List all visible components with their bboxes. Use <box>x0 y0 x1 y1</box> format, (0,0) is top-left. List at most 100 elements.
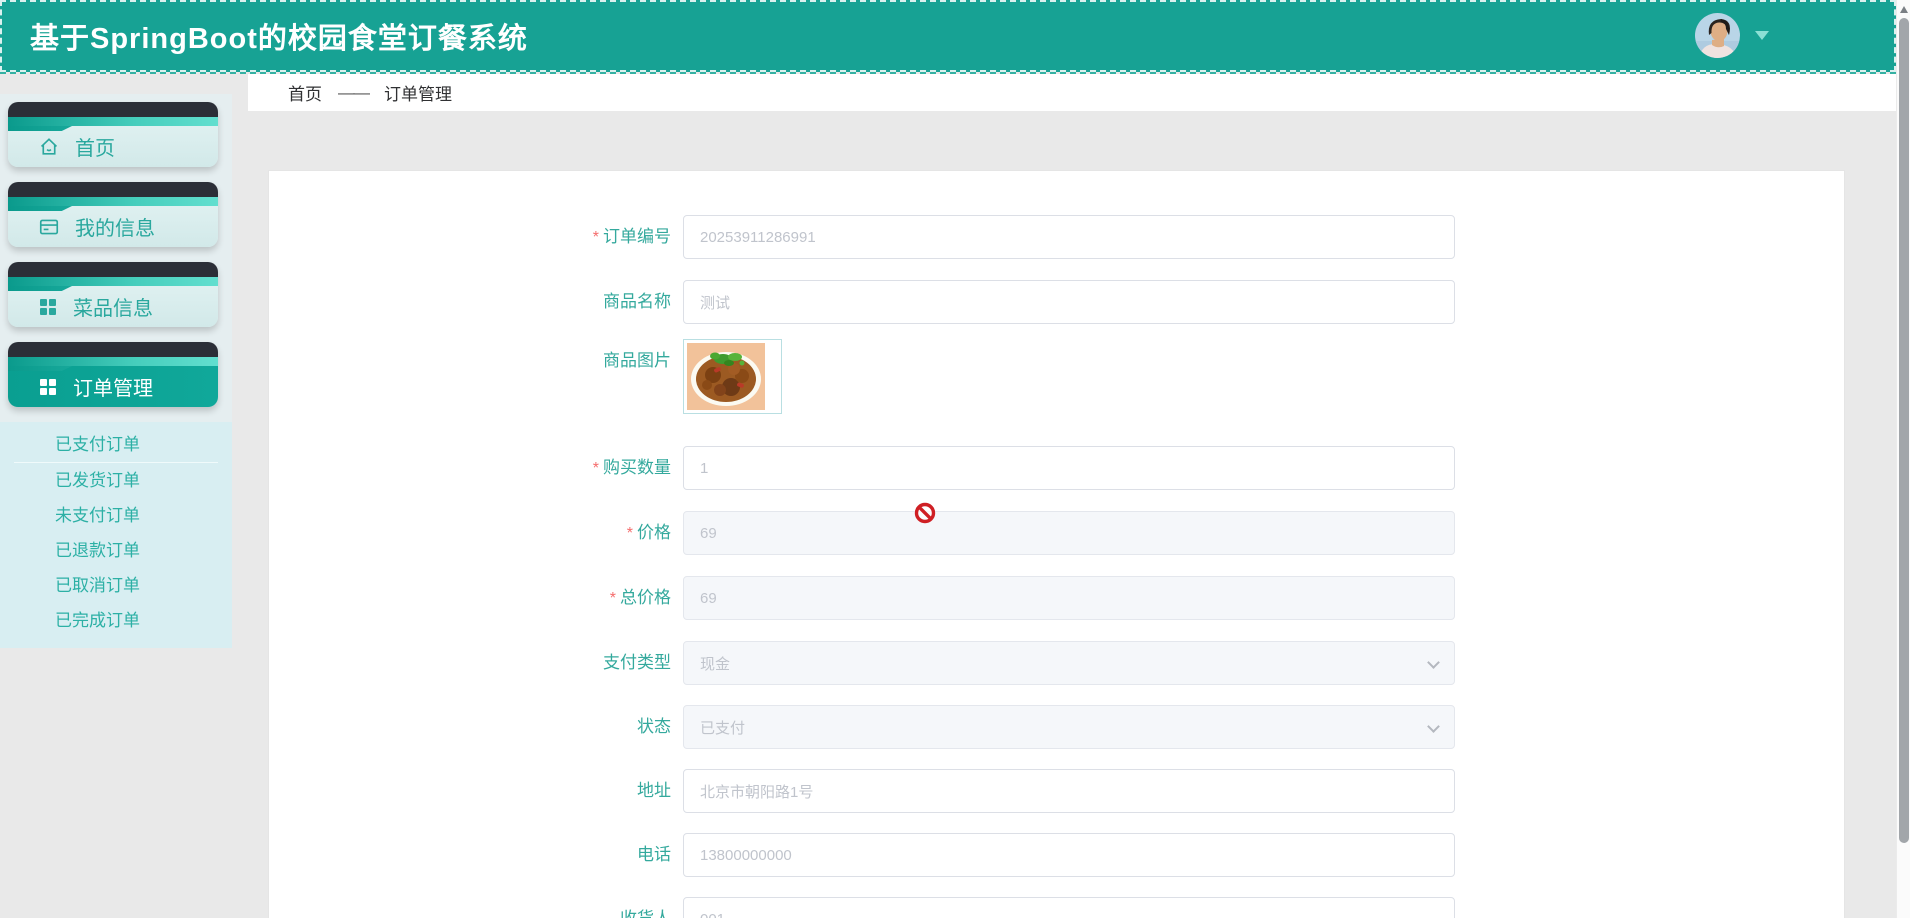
form-row-phone: 电话 13800000000 <box>269 833 1844 877</box>
field-label-product-image: 商品图片 <box>603 351 671 370</box>
purchase-quantity-input[interactable]: 1 <box>683 446 1455 490</box>
field-value: 北京市朝阳路1号 <box>700 783 814 801</box>
field-control-consignee: 001 <box>683 897 1455 918</box>
panel-stripe <box>8 117 218 126</box>
field-label-purchase-quantity: * 购买数量 <box>592 458 671 477</box>
sidebar-item-order-management[interactable]: 订单管理 <box>8 342 218 407</box>
home-icon <box>38 136 60 158</box>
user-menu[interactable] <box>1695 13 1769 58</box>
sidebar-item-my-info[interactable]: 我的信息 <box>8 182 218 247</box>
form-row-purchase-quantity: * 购买数量 1 <box>269 446 1844 491</box>
field-control-product-image <box>683 339 1455 414</box>
field-value: 已支付 <box>700 719 746 737</box>
field-label-total-price: * 总价格 <box>609 588 671 607</box>
panel-stripe <box>8 357 218 366</box>
sidebar-item-home[interactable]: 首页 <box>8 102 218 167</box>
panel-top-bar <box>8 182 218 197</box>
field-value: 13800000000 <box>700 846 792 864</box>
submenu-item-paid-orders[interactable]: 已支付订单 <box>0 427 232 462</box>
breadcrumb-current[interactable]: 订单管理 <box>384 80 452 105</box>
form-row-product-image: 商品图片 <box>269 339 1844 414</box>
field-control-total-price: 69 <box>683 576 1455 621</box>
food-photo[interactable] <box>683 339 782 414</box>
order-submenu: 已支付订单 已发货订单 未支付订单 已退款订单 已取消订单 已完成订单 <box>0 422 232 648</box>
sidebar-item-label: 我的信息 <box>75 218 155 240</box>
form-row-payment-type: 支付类型 现金 <box>269 641 1844 685</box>
breadcrumb: 首页 —— 订单管理 <box>248 74 1896 111</box>
user-avatar[interactable] <box>1695 13 1740 58</box>
field-label-price: * 价格 <box>626 523 671 542</box>
panel-top-bar <box>8 102 218 117</box>
payment-type-select: 现金 <box>683 641 1455 685</box>
submenu-item-unpaid-orders[interactable]: 未支付订单 <box>0 498 232 533</box>
phone-input[interactable]: 13800000000 <box>683 833 1455 877</box>
field-label-product-name: 商品名称 <box>603 292 671 311</box>
panel-stripe <box>8 197 218 206</box>
required-asterisk: * <box>592 460 599 477</box>
required-asterisk: * <box>609 590 616 607</box>
field-value: 20253911286991 <box>700 228 816 246</box>
order-form-card: * 订单编号 20253911286991 商品名称 测试商品图片 * 购买数量 1 * 价格 69… <box>268 170 1845 918</box>
chevron-down-icon[interactable] <box>1755 31 1769 40</box>
sidebar-item-dish-info[interactable]: 菜品信息 <box>8 262 218 327</box>
form-row-order-number: * 订单编号 20253911286991 <box>269 215 1844 260</box>
field-control-phone: 13800000000 <box>683 833 1455 877</box>
field-control-status: 已支付 <box>683 705 1455 749</box>
submenu-item-refunded-orders[interactable]: 已退款订单 <box>0 533 232 568</box>
field-control-product-name: 测试 <box>683 280 1455 324</box>
chevron-down-icon <box>1427 720 1440 733</box>
field-label-status: 状态 <box>637 717 671 736</box>
status-select: 已支付 <box>683 705 1455 749</box>
page-scrollbar <box>1896 0 1910 918</box>
app-title: 基于SpringBoot的校园食堂订餐系统 <box>30 23 528 55</box>
submenu-item-shipped-orders[interactable]: 已发货订单 <box>0 463 232 498</box>
address-input[interactable]: 北京市朝阳路1号 <box>683 769 1455 813</box>
scroll-up-arrow-icon[interactable] <box>1899 6 1908 13</box>
order-number-input[interactable]: 20253911286991 <box>683 215 1455 259</box>
grid-icon <box>38 377 58 397</box>
panel-stripe <box>8 277 218 286</box>
scrollbar-thumb[interactable] <box>1899 18 1909 843</box>
field-label-payment-type: 支付类型 <box>603 653 671 672</box>
required-asterisk: * <box>626 525 633 542</box>
consignee-input[interactable]: 001 <box>683 897 1455 918</box>
field-value: 测试 <box>700 294 731 312</box>
form-row-consignee: 收货人 001 <box>269 897 1844 918</box>
field-control-payment-type: 现金 <box>683 641 1455 685</box>
total-price-input: 69 <box>683 576 1455 620</box>
avatar-image <box>1695 13 1740 58</box>
form-row-status: 状态 已支付 <box>269 705 1844 749</box>
submenu-item-cancelled-orders[interactable]: 已取消订单 <box>0 568 232 603</box>
field-control-order-number: 20253911286991 <box>683 215 1455 260</box>
field-control-address: 北京市朝阳路1号 <box>683 769 1455 813</box>
chevron-down-icon <box>1427 656 1440 669</box>
field-label-phone: 电话 <box>637 845 671 864</box>
field-label-order-number: * 订单编号 <box>592 227 671 246</box>
app-header: 基于SpringBoot的校园食堂订餐系统 <box>0 0 1896 72</box>
field-value: 69 <box>700 589 717 607</box>
not-allowed-cursor-icon <box>914 502 936 524</box>
field-value: 1 <box>700 459 709 477</box>
id-card-icon <box>38 216 60 238</box>
form-row-product-name: 商品名称 测试 <box>269 280 1844 324</box>
price-input: 69 <box>683 511 1455 555</box>
sidebar-item-label: 首页 <box>75 138 115 160</box>
required-asterisk: * <box>592 229 599 246</box>
field-value: 001 <box>700 911 725 918</box>
sidebar-item-label: 订单管理 <box>73 378 153 400</box>
breadcrumb-home[interactable]: 首页 <box>288 80 322 105</box>
form-row-total-price: * 总价格 69 <box>269 576 1844 621</box>
product-name-input[interactable]: 测试 <box>683 280 1455 324</box>
panel-top-bar <box>8 262 218 277</box>
field-control-price: 69 <box>683 511 1455 556</box>
field-label-consignee: 收货人 <box>269 897 683 918</box>
field-control-purchase-quantity: 1 <box>683 446 1455 491</box>
form-row-price: * 价格 69 <box>269 511 1844 556</box>
field-label-address: 地址 <box>637 781 671 800</box>
submenu-item-completed-orders[interactable]: 已完成订单 <box>0 603 232 638</box>
field-value: 69 <box>700 524 717 542</box>
order-form: * 订单编号 20253911286991 商品名称 测试商品图片 * 购买数量 1 * 价格 69… <box>269 215 1844 918</box>
form-row-address: 地址 北京市朝阳路1号 <box>269 769 1844 813</box>
field-value: 现金 <box>700 655 731 673</box>
sidebar: 首页我的信息菜品信息订单管理 已支付订单 已发货订单 未支付订单 已退款订单 已取消订单… <box>0 94 232 648</box>
